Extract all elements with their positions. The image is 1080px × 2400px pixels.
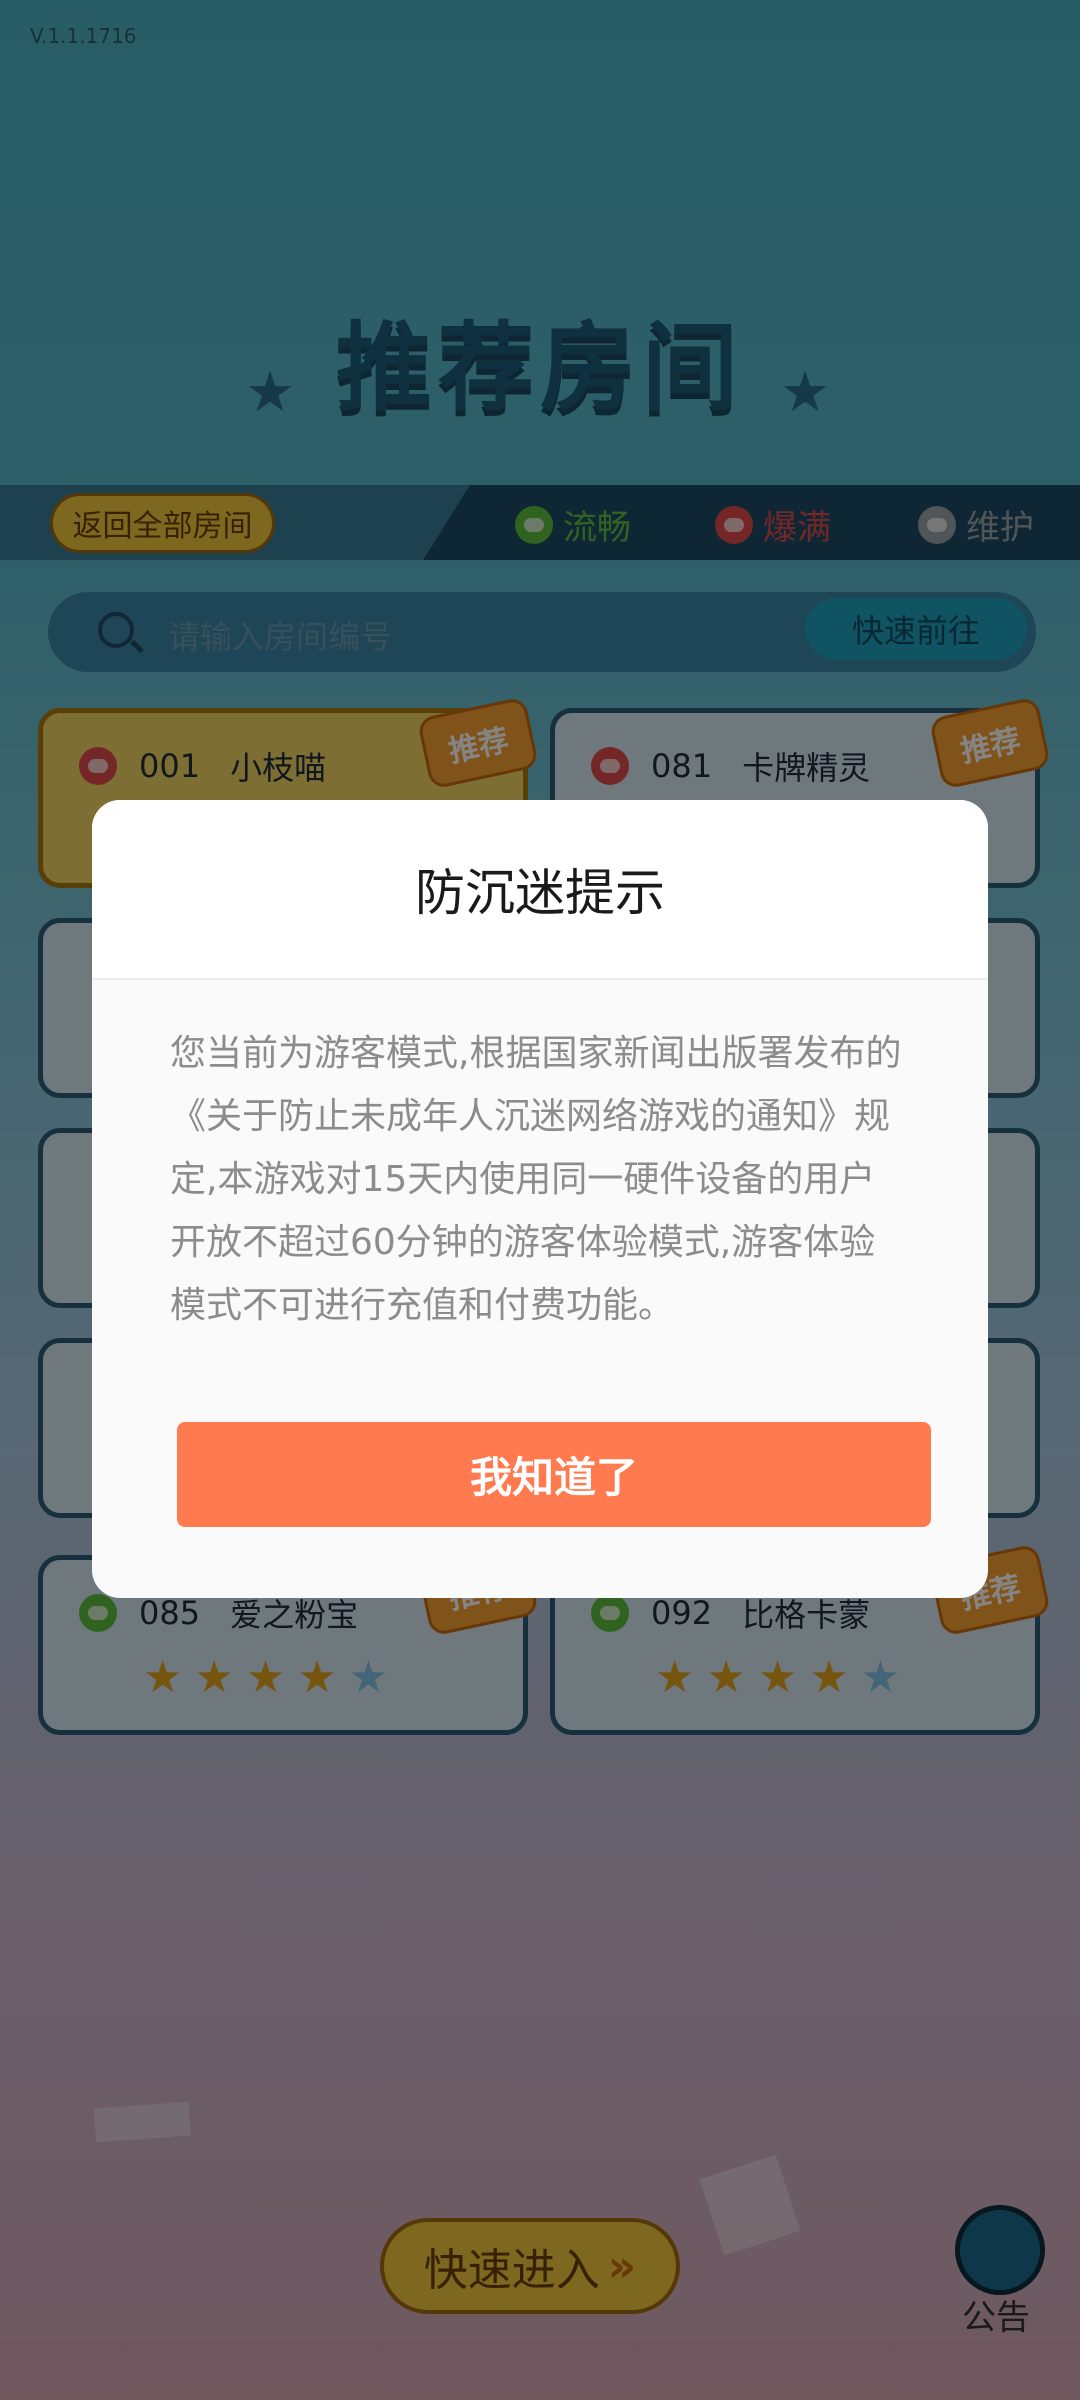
dialog-message: 您当前为游客模式,根据国家新闻出版署发布的《关于防止未成年人沉迷网络游戏的通知》… <box>170 1033 902 1326</box>
dialog-title: 防沉迷提示 <box>415 864 665 922</box>
dialog-header: 防沉迷提示 <box>92 800 988 980</box>
anti-addiction-dialog: 防沉迷提示 您当前为游客模式,根据国家新闻出版署发布的《关于防止未成年人沉迷网络… <box>92 800 988 1598</box>
acknowledge-button[interactable]: 我知道了 <box>177 1422 931 1527</box>
